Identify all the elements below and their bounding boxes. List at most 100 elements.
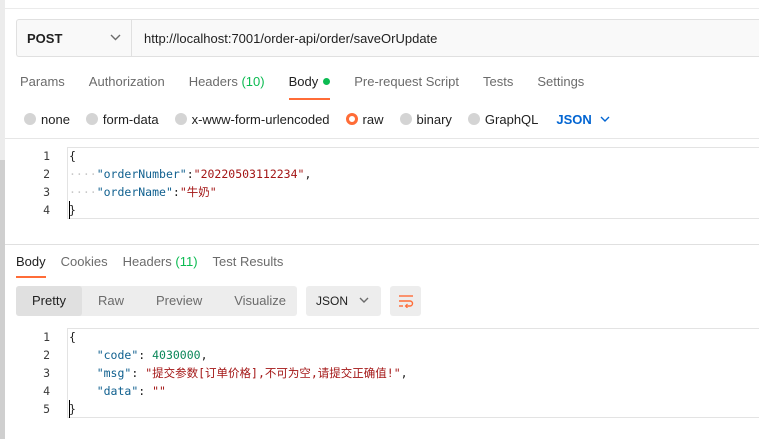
code-line: 1 {: [16, 147, 759, 165]
request-tabs: Params Authorization Headers (10) Body P…: [20, 74, 608, 100]
request-url-bar: POST http://localhost:7001/order-api/ord…: [16, 19, 759, 57]
json-key: "orderNumber": [96, 167, 187, 181]
view-pretty-button[interactable]: Pretty: [16, 286, 82, 316]
json-number: 4030000: [152, 348, 201, 362]
wrap-lines-icon: [398, 295, 413, 308]
json-key: "msg": [96, 366, 132, 380]
tab-label: Headers: [188, 74, 238, 89]
tab-body[interactable]: Body: [288, 74, 331, 100]
tab-label: Test Results: [212, 254, 284, 269]
radio-form-data[interactable]: form-data: [85, 111, 159, 127]
code-text: "msg": "提交参数[订单价格],不可为空,请提交正确值!",: [69, 364, 408, 382]
chevron-down-icon: [110, 34, 121, 41]
url-input[interactable]: http://localhost:7001/order-api/order/sa…: [132, 31, 437, 46]
code-token: {: [69, 330, 76, 344]
view-raw-button[interactable]: Raw: [82, 286, 140, 316]
code-token: ,: [304, 167, 312, 181]
request-body-editor[interactable]: 1 { 2 ····"orderNumber":"20220503112234"…: [16, 147, 759, 219]
tab-pre-request-script[interactable]: Pre-request Script: [354, 74, 459, 100]
code-text: }: [69, 400, 76, 418]
language-label: JSON: [556, 111, 592, 127]
tab-label: Authorization: [88, 74, 165, 89]
json-string: "": [152, 384, 166, 398]
line-number: 4: [43, 384, 50, 398]
response-tab-body[interactable]: Body: [16, 254, 46, 278]
code-line: 1 {: [16, 328, 759, 346]
tab-params[interactable]: Params: [20, 74, 65, 100]
method-label: POST: [27, 30, 63, 46]
json-string: "牛奶": [179, 185, 217, 199]
view-mode-group: Pretty Raw Preview Visualize: [16, 286, 297, 316]
method-select[interactable]: POST: [17, 20, 132, 56]
code-line: 4 "data": "": [16, 382, 759, 400]
top-divider: [5, 8, 759, 9]
tab-label: Cookies: [60, 254, 108, 269]
headers-count-badge: (10): [241, 74, 265, 89]
radio-circle-icon: [399, 113, 412, 125]
radio-none[interactable]: none: [24, 112, 70, 127]
code-text: ····"orderName":"牛奶": [69, 185, 217, 199]
json-key: "data": [96, 384, 139, 398]
left-panel-scroll-edge[interactable]: [0, 160, 5, 439]
tab-label: Body: [16, 254, 46, 269]
response-tab-cookies[interactable]: Cookies: [61, 254, 108, 278]
radio-label: x-www-form-urlencoded: [191, 111, 330, 127]
line-number: 1: [43, 149, 50, 163]
code-line: 4 }: [16, 201, 759, 219]
response-tab-test-results[interactable]: Test Results: [213, 254, 284, 278]
code-line: 5 }: [16, 400, 759, 418]
text-cursor: [69, 201, 70, 219]
tab-tests[interactable]: Tests: [483, 74, 513, 100]
radio-raw[interactable]: raw: [345, 111, 384, 127]
chevron-down-icon: [359, 297, 369, 303]
response-body-viewer[interactable]: 1 { 2 "code": 4030000, 3 "msg": "提交参数[订单…: [16, 328, 759, 418]
radio-graphql[interactable]: GraphQL: [467, 112, 538, 127]
view-preview-button[interactable]: Preview: [140, 286, 218, 316]
code-line: 2 "code": 4030000,: [16, 346, 759, 364]
radio-x-www-form-urlencoded[interactable]: x-www-form-urlencoded: [174, 111, 330, 127]
headers-count-badge: (11): [175, 254, 198, 269]
radio-circle-icon: [85, 113, 98, 125]
code-token: ,: [400, 366, 408, 380]
response-format-select[interactable]: JSON: [306, 286, 381, 316]
line-number: 1: [43, 330, 50, 344]
response-tab-headers[interactable]: Headers (11): [123, 254, 198, 278]
radio-binary[interactable]: binary: [399, 111, 452, 127]
line-number: 2: [43, 167, 50, 181]
radio-circle-icon: [174, 113, 187, 125]
code-text: {: [69, 328, 76, 346]
radio-label: form-data: [102, 111, 159, 127]
code-text: ····"orderNumber":"20220503112234",: [69, 167, 312, 181]
wrap-lines-button[interactable]: [390, 286, 421, 316]
format-label: JSON: [316, 294, 349, 308]
code-line: 3 ····"orderName":"牛奶": [16, 183, 759, 201]
view-visualize-button[interactable]: Visualize: [218, 286, 302, 316]
code-line: 3 "msg": "提交参数[订单价格],不可为空,请提交正确值!",: [16, 364, 759, 382]
radio-label: raw: [362, 111, 384, 127]
radio-selected-icon: [345, 113, 358, 125]
tab-authorization[interactable]: Authorization: [89, 74, 165, 100]
tab-label: Settings: [537, 74, 585, 89]
json-string: "提交参数[订单价格],不可为空,请提交正确值!": [145, 366, 401, 380]
radio-label: binary: [416, 111, 452, 127]
tab-label: Headers: [122, 254, 172, 269]
language-select[interactable]: JSON: [556, 111, 610, 127]
chevron-down-icon: [600, 116, 610, 122]
divider: [5, 138, 759, 139]
line-number: 4: [43, 203, 50, 217]
json-key: "code": [96, 348, 139, 362]
tab-headers[interactable]: Headers (10): [189, 74, 265, 100]
tab-settings[interactable]: Settings: [537, 74, 584, 100]
line-number: 2: [43, 348, 50, 362]
code-token: {: [69, 149, 76, 163]
modified-dot-icon: [323, 78, 331, 85]
code-token: }: [69, 203, 76, 217]
line-number: 3: [43, 366, 50, 380]
line-number: 3: [43, 185, 50, 199]
line-number: 5: [43, 402, 50, 416]
body-type-selector: none form-data x-www-form-urlencoded raw…: [24, 110, 610, 128]
tab-label: Tests: [482, 74, 514, 89]
pane-divider[interactable]: [5, 244, 759, 245]
code-token: :: [138, 348, 153, 362]
code-token: :: [138, 384, 153, 398]
